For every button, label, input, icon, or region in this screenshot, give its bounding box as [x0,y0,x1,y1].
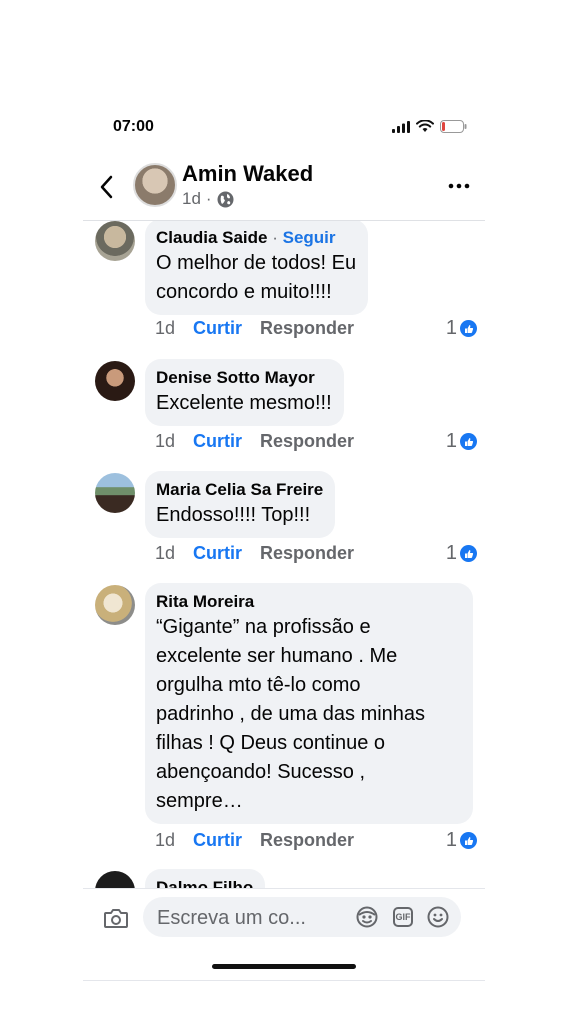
signal-icon [392,120,410,133]
comment-text: Excelente mesmo!!! [156,389,332,418]
reaction-number: 1 [445,542,457,564]
comments-list[interactable]: Claudia Saide · Seguir O melhor de todos… [83,221,485,891]
comment-line: padrinho , de uma das minhas [156,703,426,725]
comment-line: O melhor de todos! Eu [156,252,357,274]
reaction-number: 1 [445,829,457,851]
like-reaction-icon [460,832,477,849]
post-header: Amin Waked 1d · [83,156,485,221]
comment-line: sempre… [156,790,243,812]
phone-screen: 07:00 Amin Waked 1d · Claudia Saide · Se… [83,100,485,981]
emoji-icon[interactable] [427,906,449,928]
comment-line: concordo e muito!!!! [156,281,332,303]
like-reaction-icon [460,433,477,450]
comment-bubble[interactable]: Maria Celia Sa Freire Endosso!!!! Top!!! [145,471,336,538]
reply-button[interactable]: Responder [260,431,354,452]
comment-text: “Gigante” na profissão e excelente ser h… [156,613,461,816]
comment-line: Excelente mesmo!!! [156,392,332,414]
meta-separator: · [205,189,212,208]
comment-input-wrapper[interactable]: GIF [143,897,461,937]
commenter-name[interactable]: Rita Moreira [156,591,461,613]
commenter-name[interactable]: Maria Celia Sa Freire [156,479,323,501]
post-meta: 1d · [182,189,234,209]
commenter-avatar[interactable] [95,221,135,261]
comment-actions: 1d Curtir Responder [155,543,354,564]
comment-composer: GIF [83,888,485,947]
status-time: 07:00 [113,118,154,135]
status-icons [392,120,467,133]
reply-button[interactable]: Responder [260,830,354,851]
home-indicator[interactable] [212,964,356,969]
reaction-count[interactable]: 1 [446,829,477,852]
commenter-name[interactable]: Denise Sotto Mayor [156,367,332,389]
like-button[interactable]: Curtir [193,543,242,564]
composer-icons: GIF [355,906,449,928]
reaction-count[interactable]: 1 [446,317,477,340]
comment-time: 1d [155,318,176,338]
comment-line: “Gigante” na profissão e [156,616,371,638]
gif-icon[interactable]: GIF [393,907,413,927]
comment-line: excelente ser humano . Me [156,645,398,667]
comment-bubble[interactable]: Rita Moreira “Gigante” na profissão e ex… [145,583,473,824]
status-bar: 07:00 [83,100,485,156]
comment-input[interactable] [155,903,349,933]
comment-line: orgulha mto tê-lo como [156,674,361,696]
wifi-icon [416,120,434,132]
commenter-avatar[interactable] [95,361,135,401]
comment-time: 1d [155,830,176,850]
reply-button[interactable]: Responder [260,543,354,564]
comment-text: O melhor de todos! Eu concordo e muito!!… [156,249,356,307]
comment-time: 1d [155,431,176,451]
commenter-name[interactable]: Claudia Saide [156,228,267,247]
follow-button[interactable]: Seguir [283,228,336,247]
comment-text: Endosso!!!! Top!!! [156,501,323,530]
author-name[interactable]: Amin Waked [182,161,313,187]
reply-button[interactable]: Responder [260,318,354,339]
reaction-number: 1 [445,430,457,452]
comment-header: Claudia Saide · Seguir [156,227,356,249]
like-button[interactable]: Curtir [193,830,242,851]
comment-actions: 1d Curtir Responder [155,431,354,452]
author-avatar[interactable] [133,163,177,207]
comment-bubble[interactable]: Denise Sotto Mayor Excelente mesmo!!! [145,359,344,426]
comment-bubble[interactable]: Claudia Saide · Seguir O melhor de todos… [145,221,369,315]
post-time: 1d [182,189,201,208]
chevron-left-icon[interactable] [95,172,119,202]
globe-icon [217,191,234,207]
battery-icon [440,120,467,133]
commenter-avatar[interactable] [95,585,135,625]
reaction-number: 1 [445,317,457,339]
more-horizontal-icon[interactable] [447,174,471,198]
like-button[interactable]: Curtir [193,431,242,452]
comment-line: Endosso!!!! Top!!! [156,504,311,526]
like-reaction-icon [460,320,477,337]
comment-actions: 1d Curtir Responder [155,830,354,851]
like-reaction-icon [460,545,477,562]
comment-time: 1d [155,543,176,563]
name-separator: · [272,228,278,247]
reaction-count[interactable]: 1 [446,542,477,565]
comment-actions: 1d Curtir Responder [155,318,354,339]
camera-icon[interactable] [103,906,129,930]
avatar-sticker-icon[interactable] [355,906,379,928]
reaction-count[interactable]: 1 [446,430,477,453]
commenter-avatar[interactable] [95,473,135,513]
like-button[interactable]: Curtir [193,318,242,339]
comment-line: filhas ! Q Deus continue o [156,732,386,754]
comment-line: abençoando! Sucesso , [156,761,366,783]
